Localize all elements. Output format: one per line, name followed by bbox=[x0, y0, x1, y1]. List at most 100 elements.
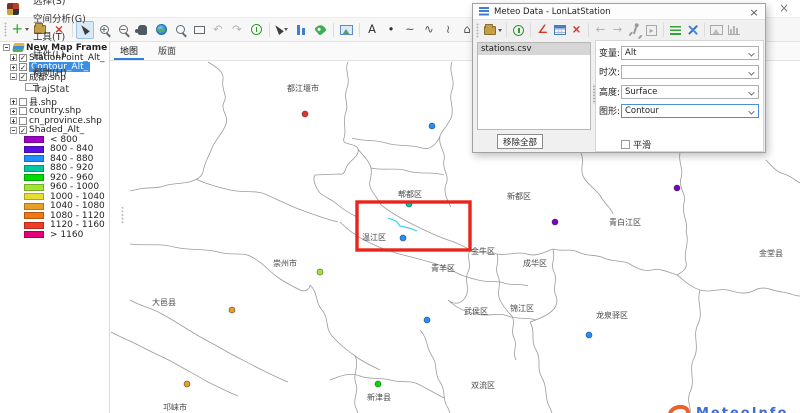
dlg-draw-setting-icon[interactable]: ∠ bbox=[535, 22, 551, 38]
collapse-icon[interactable] bbox=[3, 44, 10, 51]
dlg-settings-tools-icon[interactable] bbox=[685, 22, 701, 38]
zoom-rect-icon[interactable] bbox=[190, 21, 208, 39]
draw-text-icon[interactable]: A bbox=[363, 21, 381, 39]
station-point[interactable] bbox=[429, 123, 435, 129]
menu-item[interactable]: TrajStat bbox=[25, 81, 94, 99]
time-select[interactable] bbox=[621, 65, 759, 79]
menu-item[interactable]: 插件(L) bbox=[25, 45, 94, 63]
dlg-image-icon[interactable] bbox=[709, 22, 725, 38]
draw-line-icon[interactable]: ~ bbox=[401, 21, 419, 39]
draw-curve-icon[interactable]: ≀ bbox=[439, 21, 457, 39]
chevron-down-icon bbox=[748, 89, 754, 95]
draw-point-icon[interactable]: • bbox=[382, 21, 400, 39]
level-select[interactable]: Surface bbox=[621, 85, 759, 99]
dlg-open-folder-icon[interactable] bbox=[483, 22, 503, 38]
menu-item[interactable]: 工具(T) bbox=[25, 27, 94, 45]
label-tag-icon[interactable] bbox=[311, 21, 329, 39]
zoom-rect-icon bbox=[194, 26, 205, 34]
dlg-animate-icon[interactable] bbox=[627, 22, 643, 38]
legend-item: < 800 bbox=[0, 135, 109, 145]
expand-icon[interactable] bbox=[10, 108, 17, 115]
dlg-power-icon[interactable] bbox=[511, 22, 527, 38]
window-close-icon[interactable]: × bbox=[776, 0, 792, 16]
draw-freehand-icon[interactable]: ∿ bbox=[420, 21, 438, 39]
zoom-out-icon[interactable]: − bbox=[114, 21, 132, 39]
menu-item[interactable]: 帮助(H) bbox=[25, 63, 94, 81]
dialog-titlebar[interactable]: Meteo Data - LonLatStation bbox=[473, 4, 765, 20]
plot-type-select[interactable]: Contour bbox=[621, 104, 759, 118]
expand-icon[interactable] bbox=[10, 98, 17, 105]
layer-visibility-checkbox[interactable] bbox=[19, 117, 27, 125]
legend-swatch bbox=[24, 222, 44, 229]
layer-visibility-checkbox[interactable] bbox=[19, 98, 27, 106]
station-point[interactable] bbox=[184, 381, 190, 387]
undo-icon: ↶ bbox=[213, 24, 223, 36]
expand-icon[interactable] bbox=[10, 54, 17, 61]
smooth-checkbox[interactable] bbox=[621, 140, 630, 149]
dlg-play-icon[interactable]: ▸ bbox=[644, 22, 660, 38]
layer-node[interactable]: cn_province.shp bbox=[0, 116, 109, 126]
station-point[interactable] bbox=[586, 332, 592, 338]
full-extent-globe-icon[interactable] bbox=[152, 21, 170, 39]
station-point[interactable] bbox=[229, 307, 235, 313]
field-label: 图形: bbox=[599, 104, 621, 117]
dlg-toolbar-grip[interactable] bbox=[476, 23, 479, 38]
expand-icon[interactable] bbox=[10, 117, 17, 124]
zoom-window-icon[interactable] bbox=[171, 21, 189, 39]
toolbar-separator bbox=[588, 23, 589, 37]
dlg-settings-tools-icon bbox=[687, 24, 699, 36]
station-point[interactable] bbox=[400, 235, 406, 241]
layer-visibility-checkbox[interactable]: ✓ bbox=[19, 126, 27, 134]
expand-icon[interactable] bbox=[10, 64, 17, 71]
legend-label: 880 - 920 bbox=[50, 163, 93, 173]
district-label: 武侯区 bbox=[464, 306, 488, 316]
toolbar-grip[interactable] bbox=[4, 22, 7, 37]
dlg-next-time-icon[interactable]: → bbox=[610, 22, 626, 38]
dlg-chart-icon[interactable] bbox=[726, 22, 742, 38]
dialog-file-list[interactable]: stations.csv bbox=[477, 42, 591, 130]
insert-image-icon bbox=[340, 25, 353, 35]
expand-icon[interactable] bbox=[10, 127, 17, 134]
menu-item[interactable]: 选择(S) bbox=[25, 0, 94, 9]
layer-node[interactable]: ✓Shaded_Alt_ bbox=[0, 126, 109, 136]
redo-icon[interactable]: ↷ bbox=[228, 21, 246, 39]
insert-image-icon[interactable] bbox=[337, 21, 355, 39]
variable-select[interactable]: Alt bbox=[621, 46, 759, 60]
attribute-table-icon[interactable] bbox=[292, 21, 310, 39]
expand-icon[interactable] bbox=[10, 73, 17, 80]
legend-label: 800 - 840 bbox=[50, 144, 93, 154]
layer-label: country.shp bbox=[29, 106, 81, 116]
dlg-legend-list-icon[interactable] bbox=[668, 22, 684, 38]
legend-item: 960 - 1000 bbox=[0, 183, 109, 193]
dlg-data-table-icon[interactable] bbox=[552, 22, 568, 38]
file-list-item[interactable]: stations.csv bbox=[478, 43, 590, 55]
zoom-in-icon[interactable]: + bbox=[95, 21, 113, 39]
tab-map[interactable]: 地图 bbox=[110, 42, 148, 60]
pan-hand-icon[interactable] bbox=[133, 21, 151, 39]
dlg-remove-data-icon[interactable]: × bbox=[569, 22, 585, 38]
station-point[interactable] bbox=[424, 317, 430, 323]
station-point[interactable] bbox=[375, 381, 381, 387]
label-tag-icon bbox=[314, 23, 327, 36]
identify-icon[interactable] bbox=[247, 21, 265, 39]
select-feature-icon[interactable] bbox=[273, 21, 291, 39]
dialog-close-icon[interactable]: × bbox=[747, 5, 761, 19]
station-point[interactable] bbox=[552, 219, 558, 225]
dlg-prev-time-icon[interactable]: ← bbox=[593, 22, 609, 38]
station-point[interactable] bbox=[302, 111, 308, 117]
toolbar-separator bbox=[663, 23, 664, 37]
station-point[interactable] bbox=[674, 185, 680, 191]
layer-visibility-checkbox[interactable] bbox=[19, 107, 27, 115]
smooth-option[interactable]: 平滑 bbox=[621, 138, 651, 151]
undo-icon[interactable]: ↶ bbox=[209, 21, 227, 39]
chevron-down-icon bbox=[748, 50, 754, 56]
station-point[interactable] bbox=[317, 269, 323, 275]
legend-label: 920 - 960 bbox=[50, 173, 93, 183]
tab-layout[interactable]: 版面 bbox=[148, 42, 186, 60]
dlg-open-folder-icon bbox=[484, 26, 496, 35]
combo-value: Contour bbox=[625, 106, 659, 116]
panel-splitter-grip[interactable] bbox=[121, 206, 124, 224]
remove-all-button[interactable]: 移除全部 bbox=[497, 134, 543, 149]
menu-item[interactable]: 空间分析(G) bbox=[25, 9, 94, 27]
layer-node[interactable]: country.shp bbox=[0, 106, 109, 116]
